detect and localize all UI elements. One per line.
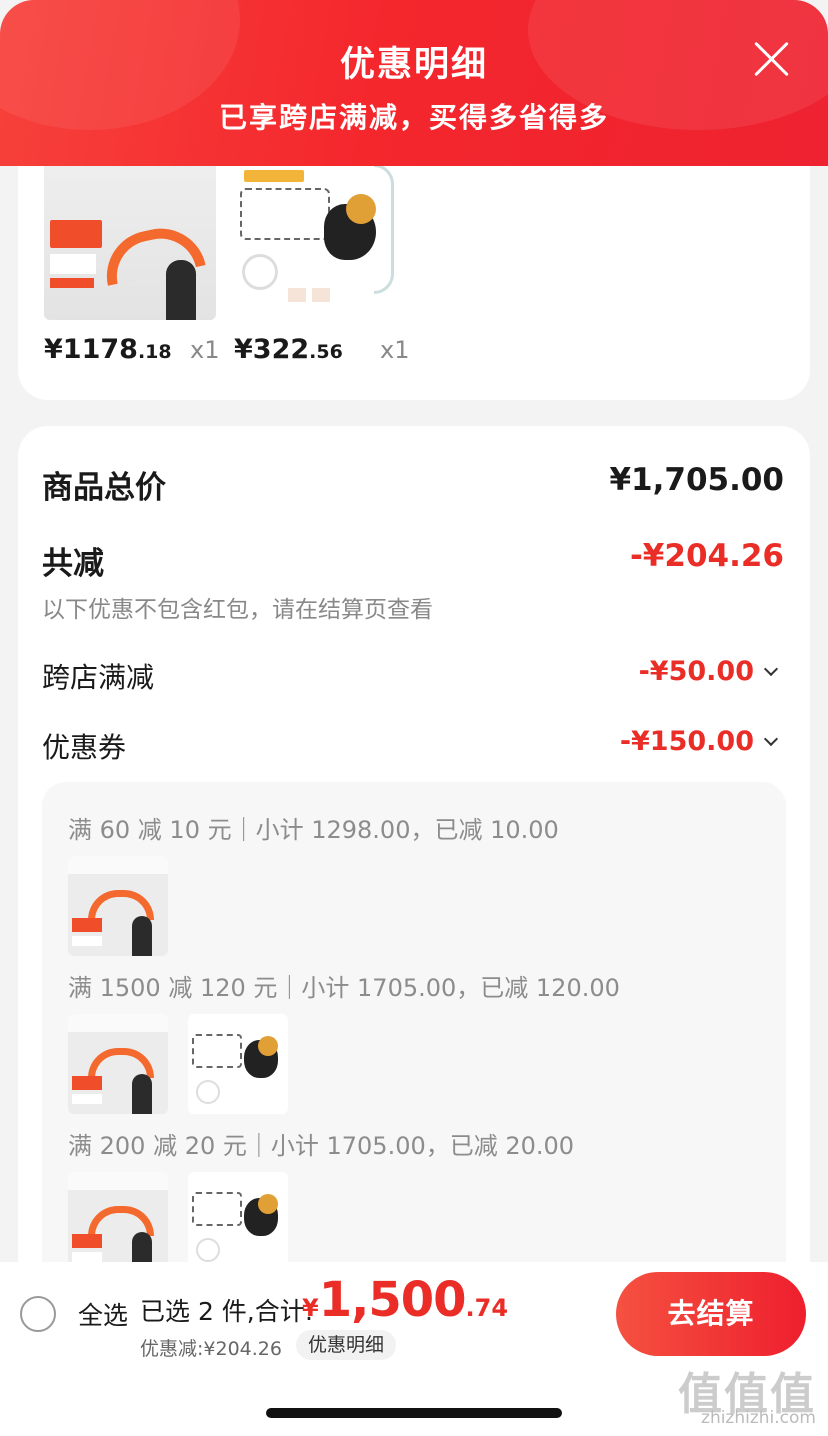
coupon-value[interactable]: -¥150.00 [620,726,754,757]
promo-strip-art [50,278,94,288]
product-quantity: x1 [380,336,410,364]
earphone-faceplate-art [346,194,376,224]
version-label-art [244,170,304,182]
select-all-radio[interactable] [20,1296,56,1332]
coupon-label[interactable]: 优惠券 [42,726,126,766]
product-thumbnail[interactable] [188,1014,288,1114]
discount-amount: 优惠减:¥204.26 [140,1338,282,1360]
product-thumbnail[interactable] [68,1014,168,1114]
reduce-value: -¥204.26 [629,538,784,574]
coupon-rule-line: 满 1500 减 120 元｜小计 1705.00，已减 120.00 [68,974,620,1002]
reduce-label: 共减 [42,546,104,582]
page-title: 优惠明细 [339,45,488,85]
total-label: 商品总价 [42,470,166,506]
discount-detail-button[interactable]: 优惠明细 [296,1330,397,1360]
product-thumbnail[interactable] [188,1172,288,1272]
checkout-button[interactable]: 去结算 [616,1272,806,1356]
product-tagline-art [50,200,114,216]
product-image-swim-headphones[interactable] [44,160,216,320]
crossstore-label[interactable]: 跨店满减 [42,656,154,696]
accessory-box-art [240,188,330,240]
product-price: ¥1178.18 [44,334,172,365]
coupon-rule-line: 满 200 减 20 元｜小计 1705.00，已减 20.00 [68,1132,575,1160]
product-quantity: x1 [190,336,220,364]
promo-banner-art [50,220,102,248]
home-indicator[interactable] [266,1408,562,1418]
cable-art [374,164,394,294]
chevron-down-icon[interactable] [763,731,779,747]
checkout-bar: 全选 已选 2 件,合计: ¥1,500.74 优惠减:¥204.26 优惠明细… [0,1262,828,1362]
close-icon[interactable] [752,38,792,78]
promo-detail-header: 优惠明细 已享跨店满减，买得多省得多 [0,0,828,166]
total-value: ¥1,705.00 [609,462,784,498]
product-image-earphones[interactable] [234,160,406,320]
selected-count: 已选 2 件,合计: [140,1297,314,1326]
watermark-url: zhizhizhi.com [701,1408,816,1428]
model-photo-art [166,260,196,320]
product-thumbnail[interactable] [68,856,168,956]
product-thumbnail[interactable] [68,1172,168,1272]
chevron-down-icon[interactable] [763,661,779,677]
discount-note: 以下优惠不包含红包，请在结算页查看 [42,597,433,623]
home-indicator-area: 值值值 zhizhizhi.com [0,1362,828,1436]
ear-tips-art [288,288,348,302]
crossstore-value[interactable]: -¥50.00 [639,656,754,687]
product-price: ¥322.56 [234,334,343,365]
select-all-label[interactable]: 全选 [78,1296,128,1332]
adapter-cable-art [242,254,278,290]
total-amount: ¥1,500.74 [302,1272,509,1328]
price-tag-art [50,254,96,274]
page-subtitle: 已享跨店满减，买得多省得多 [218,101,609,134]
coupon-rule-line: 满 60 减 10 元｜小计 1298.00，已减 10.00 [68,816,559,844]
